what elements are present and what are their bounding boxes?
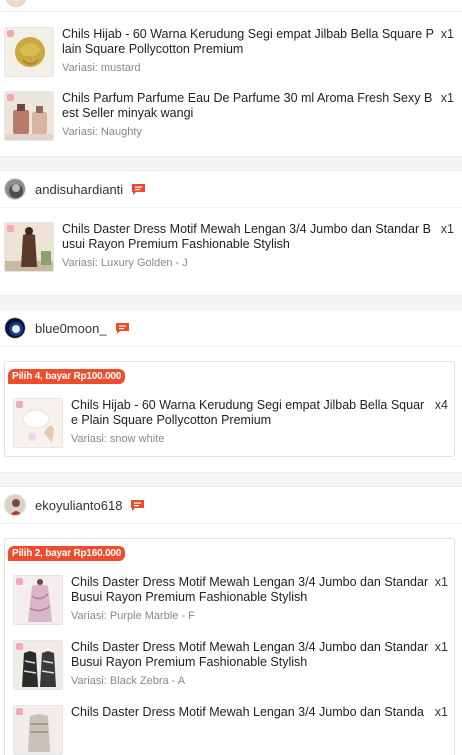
product-name[interactable]: Chils Hijab - 60 Warna Kerudung Segi emp…	[71, 398, 429, 428]
product-variant: Variasi: Naughty	[62, 126, 142, 138]
avatar-partial	[6, 0, 26, 7]
header-separator	[0, 346, 462, 347]
product-row[interactable]: Chils Daster Dress Motif Mewah Lengan 3/…	[0, 222, 462, 272]
product-thumbnail-daster-luxury[interactable]	[4, 222, 54, 272]
product-quantity: x4	[434, 398, 448, 412]
chat-bubble-icon[interactable]	[131, 183, 146, 196]
promo-bundle-box: Pilih 4, bayar Rp100.000 Chils Hijab - 6…	[4, 361, 455, 457]
product-thumbnail-hijab-mustard[interactable]	[4, 27, 54, 77]
promo-bundle-box: Pilih 2, bayar Rp160.000 Chils Daster Dr…	[4, 538, 455, 755]
shop-avatar[interactable]	[4, 178, 26, 200]
shop-name[interactable]: blue0moon_	[35, 321, 107, 336]
section-divider	[0, 472, 462, 487]
product-row[interactable]: Chils Daster Dress Motif Mewah Lengan 3/…	[5, 640, 454, 690]
product-row[interactable]: Chils Daster Dress Motif Mewah Lengan 3/…	[5, 705, 454, 755]
product-quantity: x1	[434, 575, 448, 589]
product-variant: Variasi: Black Zebra - A	[71, 675, 186, 687]
product-quantity: x1	[440, 222, 454, 236]
shop-header[interactable]: ekoyulianto618	[0, 487, 462, 523]
section-divider	[0, 295, 462, 310]
product-quantity: x1	[434, 705, 448, 719]
product-row[interactable]: Chils Hijab - 60 Warna Kerudung Segi emp…	[0, 27, 462, 77]
product-variant: Variasi: Purple Marble - F	[71, 610, 195, 622]
chat-bubble-icon[interactable]	[115, 322, 130, 335]
product-name[interactable]: Chils Daster Dress Motif Mewah Lengan 3/…	[62, 222, 436, 252]
product-thumbnail-daster-black-zebra[interactable]	[13, 640, 63, 690]
promo-badge[interactable]: Pilih 4, bayar Rp100.000	[8, 369, 126, 384]
header-separator	[0, 523, 462, 524]
product-thumbnail-daster-purple-marble[interactable]	[13, 575, 63, 625]
top-border	[0, 11, 462, 12]
product-row[interactable]: Chils Parfum Parfume Eau De Parfume 30 m…	[0, 91, 462, 141]
product-row[interactable]: Chils Daster Dress Motif Mewah Lengan 3/…	[5, 575, 454, 625]
product-name[interactable]: Chils Parfum Parfume Eau De Parfume 30 m…	[62, 91, 436, 121]
product-thumbnail-parfum[interactable]	[4, 91, 54, 141]
product-name[interactable]: Chils Daster Dress Motif Mewah Lengan 3/…	[71, 705, 429, 720]
product-name[interactable]: Chils Daster Dress Motif Mewah Lengan 3/…	[71, 575, 429, 605]
header-separator	[0, 207, 462, 208]
product-thumbnail-daster-third[interactable]	[13, 705, 63, 755]
product-row[interactable]: Chils Hijab - 60 Warna Kerudung Segi emp…	[5, 398, 454, 448]
promo-badge[interactable]: Pilih 2, bayar Rp160.000	[8, 546, 126, 561]
product-quantity: x1	[440, 27, 454, 41]
shop-header[interactable]: andisuhardianti	[0, 171, 462, 207]
product-quantity: x1	[440, 91, 454, 105]
product-variant: Variasi: snow white	[71, 433, 165, 445]
chat-bubble-icon[interactable]	[130, 499, 145, 512]
shop-avatar[interactable]	[4, 317, 26, 339]
shop-avatar[interactable]	[4, 494, 26, 516]
shop-name[interactable]: andisuhardianti	[35, 182, 123, 197]
product-variant: Variasi: Luxury Golden - J	[62, 257, 188, 269]
product-variant: Variasi: mustard	[62, 62, 141, 74]
section-divider	[0, 156, 462, 171]
product-quantity: x1	[434, 640, 448, 654]
shop-name[interactable]: ekoyulianto618	[35, 498, 122, 513]
shop-header[interactable]: blue0moon_	[0, 310, 462, 346]
product-name[interactable]: Chils Hijab - 60 Warna Kerudung Segi emp…	[62, 27, 436, 57]
product-name[interactable]: Chils Daster Dress Motif Mewah Lengan 3/…	[71, 640, 429, 670]
product-thumbnail-hijab-snow-white[interactable]	[13, 398, 63, 448]
